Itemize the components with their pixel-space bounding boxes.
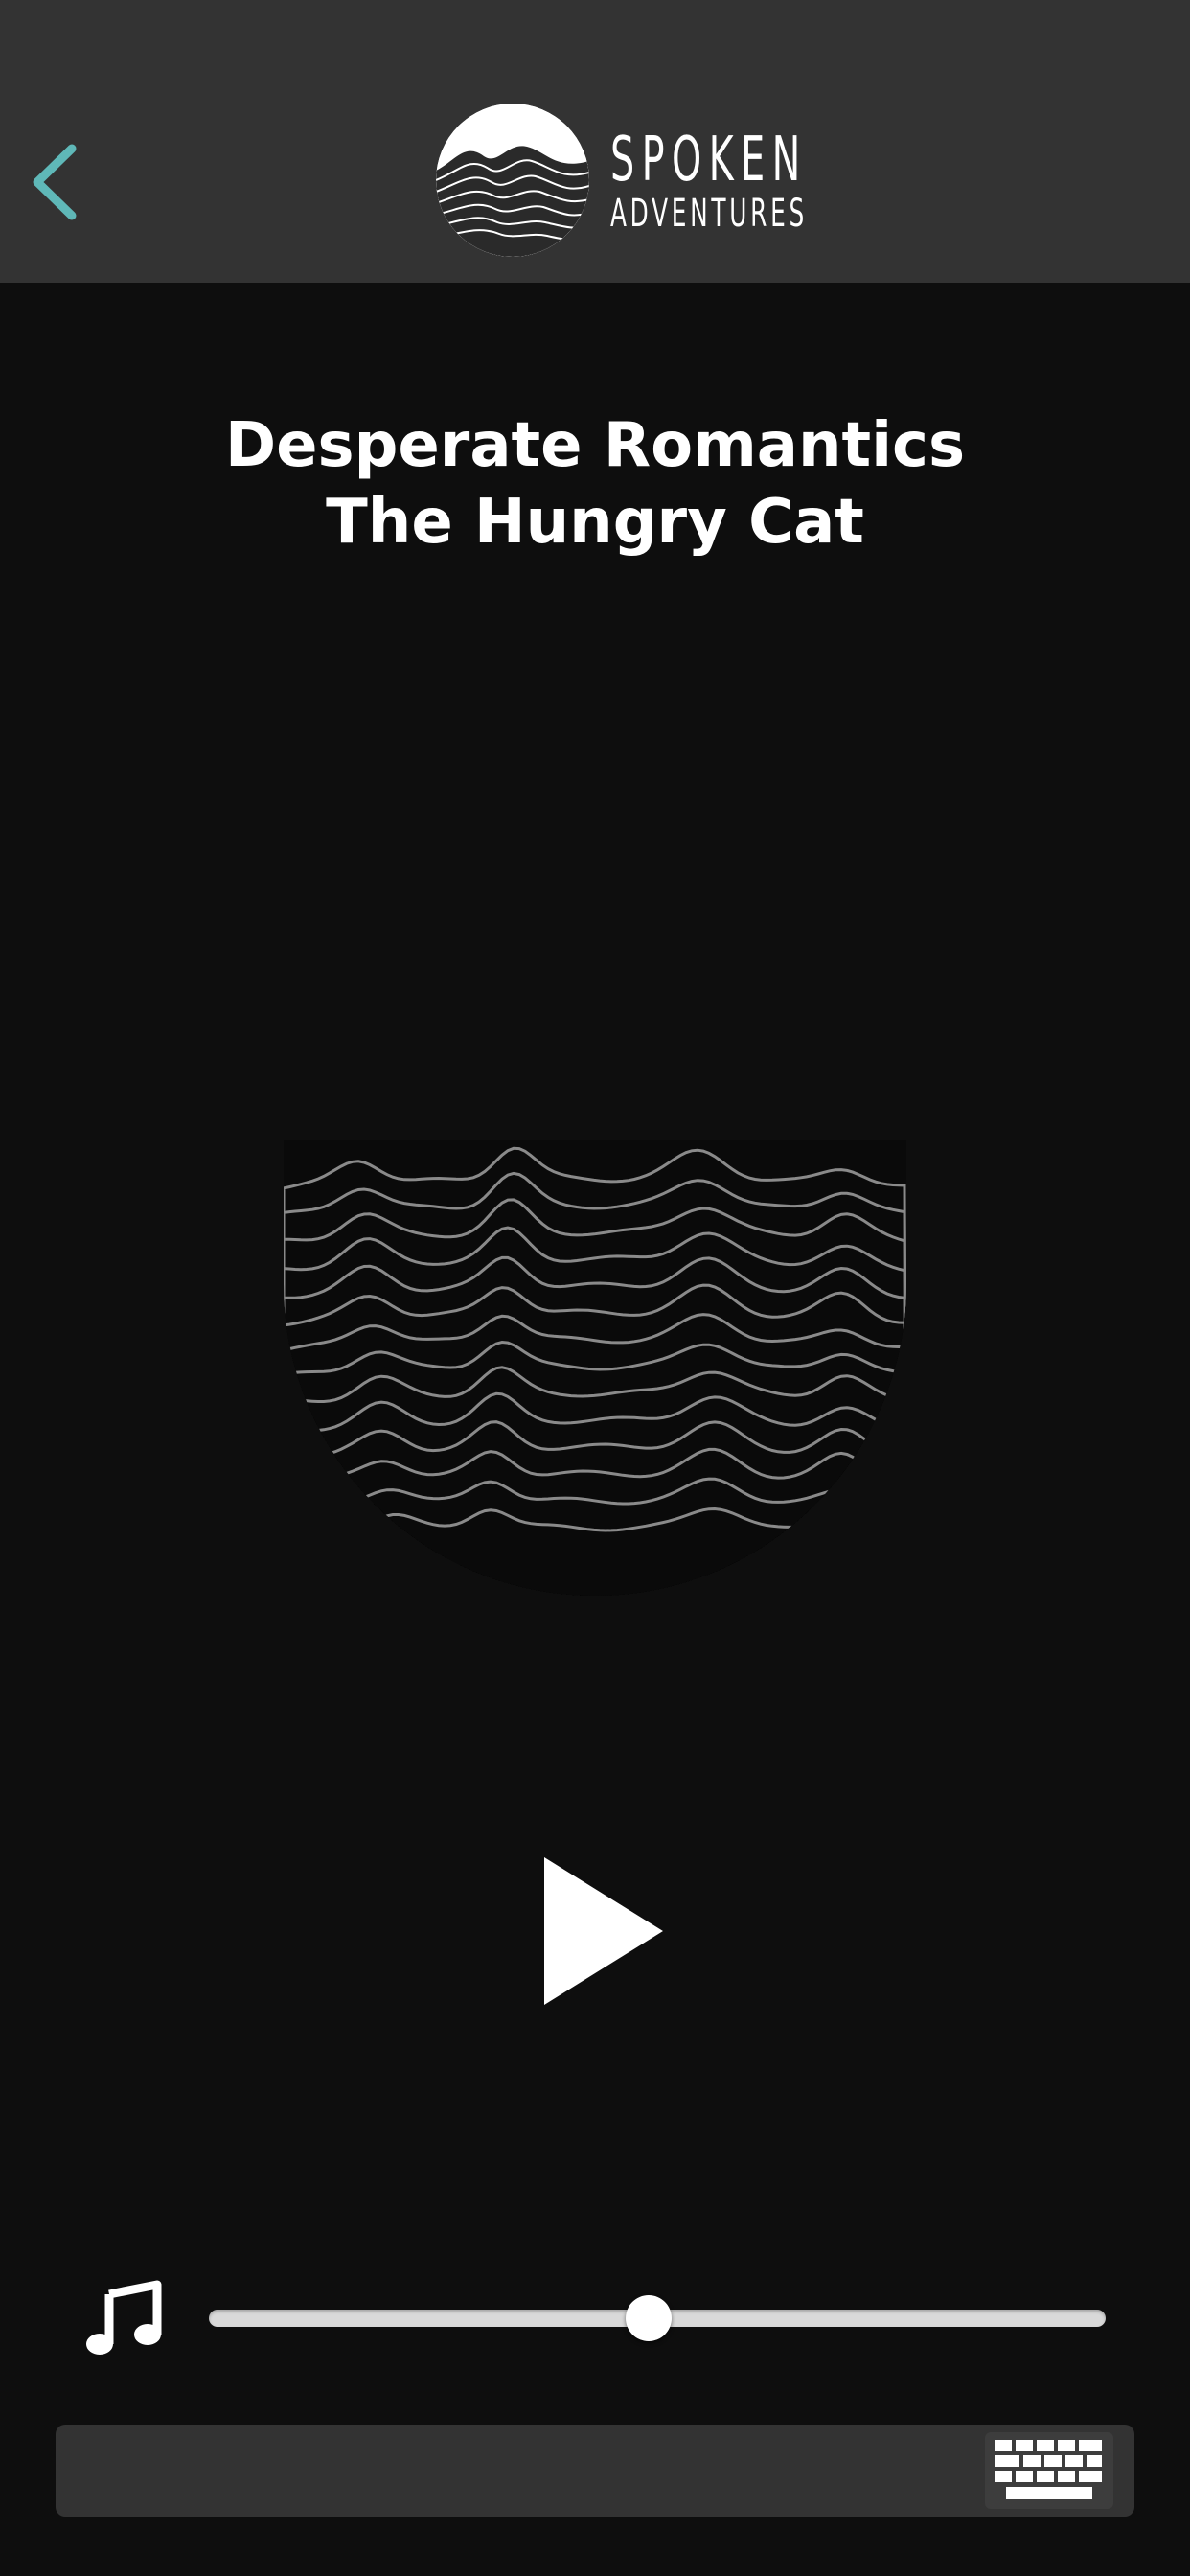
wave-mountain-logo <box>436 104 589 257</box>
keyboard-button[interactable] <box>985 2432 1113 2509</box>
slider-thumb[interactable] <box>625 2295 672 2341</box>
episode-title: Desperate Romantics <box>224 410 966 481</box>
brand-name-line1: SPOKEN <box>610 125 808 196</box>
header-bar: SPOKEN ADVENTURES <box>0 0 1190 283</box>
keyboard-icon <box>995 2440 1102 2499</box>
command-input[interactable] <box>79 2442 1002 2501</box>
brand-logo: SPOKEN ADVENTURES <box>436 104 928 257</box>
episode-heading: Desperate Romantics The Hungry Cat <box>0 407 1190 561</box>
play-icon <box>544 1857 663 2005</box>
episode-subtitle: The Hungry Cat <box>326 487 864 558</box>
brand-wordmark: SPOKEN ADVENTURES <box>610 126 928 234</box>
wave-lines-visual <box>284 1140 906 1600</box>
music-note-icon <box>84 2279 165 2359</box>
text-input-bar <box>56 2425 1134 2517</box>
volume-slider[interactable] <box>209 2294 1106 2342</box>
back-button[interactable] <box>21 134 88 230</box>
play-button[interactable] <box>537 1850 671 2012</box>
chevron-left-icon <box>33 144 77 220</box>
brand-name-line2: ADVENTURES <box>610 192 808 236</box>
